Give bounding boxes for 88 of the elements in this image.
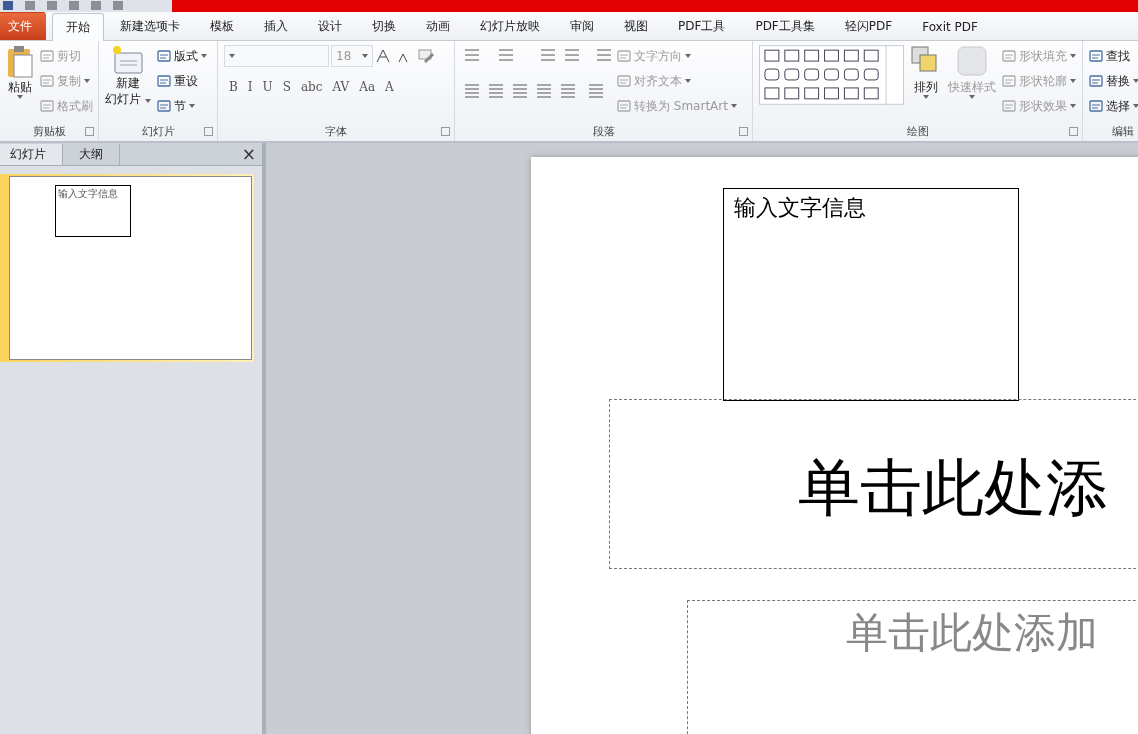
- file-tab[interactable]: 文件: [0, 12, 46, 40]
- dialog-launcher[interactable]: [204, 127, 213, 136]
- command-icon: [40, 99, 54, 113]
- caret-icon: [730, 104, 737, 108]
- clear-format-icon[interactable]: [417, 48, 435, 64]
- ribbon-tab[interactable]: 插入: [250, 12, 302, 40]
- clipboard-icon: [6, 45, 34, 79]
- font-name-field[interactable]: [224, 45, 329, 67]
- dialog-launcher[interactable]: [85, 127, 94, 136]
- caret-icon: [188, 104, 195, 108]
- editing-button[interactable]: 替换: [1089, 70, 1138, 92]
- command-icon: [1089, 49, 1103, 63]
- caret-icon: [84, 79, 90, 83]
- ribbon-tab[interactable]: 开始: [52, 13, 104, 41]
- title-placeholder[interactable]: 单击此处添: [609, 399, 1138, 569]
- format-button[interactable]: A: [380, 80, 399, 94]
- ribbon-tab[interactable]: 切换: [358, 12, 410, 40]
- ribbon-tab[interactable]: 设计: [304, 12, 356, 40]
- command-icon: [1002, 49, 1016, 63]
- format-button[interactable]: AV: [327, 80, 355, 94]
- caret-icon: [229, 54, 235, 58]
- dialog-launcher[interactable]: [739, 127, 748, 136]
- new-slide-button[interactable]: 新建 幻灯片: [105, 45, 151, 123]
- slides-button[interactable]: 版式: [156, 45, 207, 67]
- arrange-button[interactable]: 排列: [910, 45, 942, 123]
- caret-icon: [1133, 104, 1138, 108]
- format-button[interactable]: abc: [295, 80, 328, 94]
- dialog-launcher[interactable]: [1069, 127, 1078, 136]
- group-label: 段落: [592, 124, 615, 140]
- caret-icon: [923, 95, 929, 99]
- ribbon-tab[interactable]: 轻闪PDF: [830, 12, 907, 40]
- command-icon: [156, 49, 171, 63]
- format-button[interactable]: I: [242, 80, 258, 94]
- panel-tab[interactable]: 幻灯片: [0, 144, 63, 165]
- ribbon-tab[interactable]: 动画: [412, 12, 464, 40]
- command-icon: [1002, 99, 1016, 113]
- command-icon: [156, 99, 171, 113]
- dialog-launcher[interactable]: [441, 127, 450, 136]
- command-icon: [617, 74, 631, 88]
- command-icon: [617, 99, 631, 113]
- new-slide-icon: [111, 45, 144, 75]
- command-icon: [1002, 74, 1016, 88]
- ribbon-tab[interactable]: 新建选项卡: [106, 12, 194, 40]
- format-button[interactable]: U: [257, 80, 278, 94]
- caret-icon: [200, 54, 207, 58]
- format-button[interactable]: S: [277, 80, 296, 94]
- editing-button[interactable]: 选择: [1089, 95, 1138, 117]
- caret-icon: [1070, 54, 1076, 58]
- ribbon-tab[interactable]: PDF工具集: [741, 12, 829, 40]
- caret-icon: [17, 95, 23, 99]
- ribbon-tab[interactable]: Foxit PDF: [908, 12, 992, 40]
- caret-icon: [685, 54, 691, 58]
- close-button[interactable]: ×: [241, 144, 256, 164]
- slides-button[interactable]: 重设: [156, 70, 207, 92]
- format-button[interactable]: B: [224, 80, 243, 94]
- ribbon-tab[interactable]: 审阅: [556, 12, 608, 40]
- paste-button[interactable]: 粘贴: [6, 45, 34, 123]
- caret-icon: [969, 95, 975, 99]
- group-label: 幻灯片: [141, 124, 175, 140]
- ribbon-tab[interactable]: 幻灯片放映: [466, 12, 554, 40]
- ribbon-tab[interactable]: 视图: [610, 12, 662, 40]
- command-icon: [156, 74, 171, 88]
- command-icon: [1089, 99, 1103, 113]
- command-icon: [617, 49, 631, 63]
- caret-icon: [144, 99, 151, 103]
- subtitle-placeholder[interactable]: 单击此处添加: [687, 600, 1138, 734]
- command-icon: [1089, 74, 1103, 88]
- caret-icon: [362, 54, 368, 58]
- thumbnail-text: 输入文字信息: [55, 185, 131, 237]
- editing-button[interactable]: 查找: [1089, 45, 1138, 67]
- group-label: 字体: [325, 124, 347, 140]
- group-label: 编辑: [1112, 124, 1134, 140]
- caret-icon: [1070, 104, 1076, 108]
- caret-icon: [1070, 79, 1076, 83]
- format-button[interactable]: Aa: [354, 80, 381, 94]
- group-label: 剪贴板: [32, 124, 66, 140]
- caret-icon: [1133, 79, 1138, 83]
- command-icon: [40, 49, 54, 63]
- ribbon-tab[interactable]: PDF工具: [664, 12, 740, 40]
- text-box[interactable]: 输入文字信息: [723, 188, 1019, 401]
- slides-button[interactable]: 节: [156, 95, 207, 117]
- slide-thumbnail[interactable]: 输入文字信息: [0, 174, 254, 362]
- group-label: 绘图: [906, 124, 929, 140]
- quick-styles-icon: [956, 45, 988, 79]
- shape-gallery[interactable]: [759, 45, 904, 105]
- ribbon-tab[interactable]: 模板: [196, 12, 248, 40]
- caret-icon: [685, 79, 691, 83]
- command-icon: [40, 74, 54, 88]
